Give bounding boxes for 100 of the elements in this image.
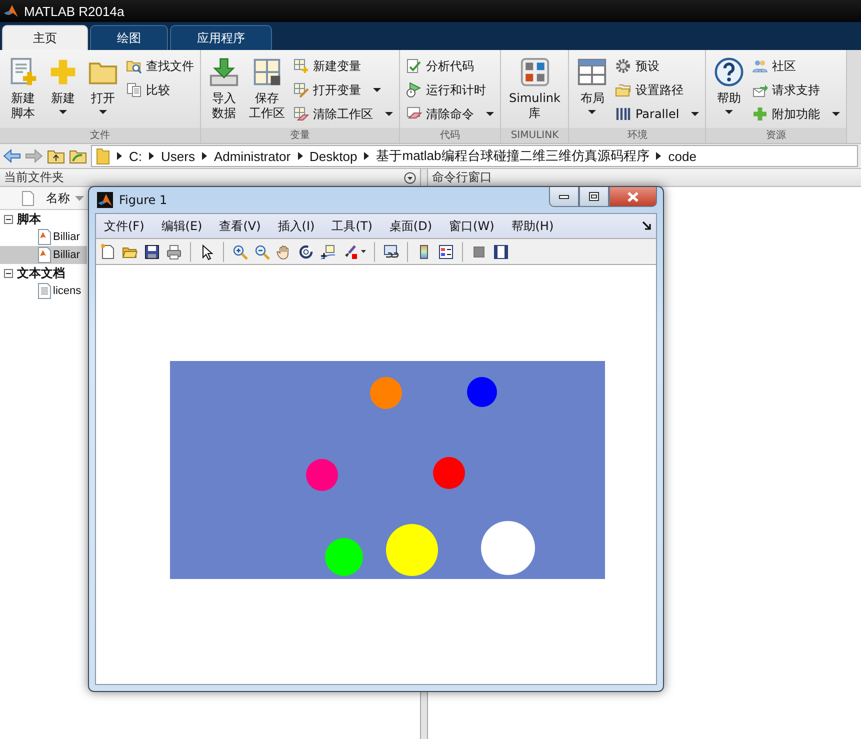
breadcrumb-arrow-icon (117, 152, 122, 160)
menu-item[interactable]: 帮助(H) (511, 218, 554, 234)
zoom-in-icon[interactable] (232, 244, 248, 260)
ribbon-button[interactable]: 预设 (615, 55, 700, 77)
breadcrumb-arrow-icon (298, 152, 303, 160)
file-row[interactable]: Billiar (0, 246, 87, 264)
ribbon-button[interactable]: Parallel (615, 103, 700, 125)
menu-item[interactable]: 桌面(D) (389, 218, 432, 234)
ribbon-button[interactable]: 帮助 (712, 55, 746, 116)
panel-title: 当前文件夹 (4, 169, 64, 186)
legend-icon[interactable] (438, 244, 454, 260)
document-plus-icon (8, 57, 38, 87)
zoom-out-icon[interactable] (254, 244, 270, 260)
menu-item[interactable]: 插入(I) (278, 218, 315, 234)
ribbon-button[interactable]: 布局 (575, 55, 610, 116)
breadcrumb-link[interactable]: Administrator (214, 148, 291, 164)
ribbon-button[interactable]: 打开变量 (293, 79, 393, 101)
maximize-button[interactable] (579, 187, 609, 207)
people-icon (752, 58, 768, 74)
group-title: 资源 (706, 128, 846, 143)
square-icon[interactable] (471, 244, 487, 260)
documents-icon (126, 82, 142, 98)
text-file-icon (38, 283, 51, 299)
caret-icon (59, 110, 67, 114)
caret-icon (385, 112, 393, 116)
ribbon-button[interactable]: 清除工作区 (293, 103, 393, 125)
ribbon-button[interactable]: 比较 (126, 79, 194, 101)
ribbon-button[interactable]: 设置路径 (615, 79, 700, 101)
breadcrumb-link[interactable]: C: (129, 148, 142, 164)
forward-arrow-icon (25, 149, 43, 163)
ribbon-button[interactable]: 打开 (86, 55, 120, 116)
close-button[interactable] (609, 187, 657, 207)
rotate-icon[interactable] (298, 244, 314, 260)
folder-arrow-icon (69, 148, 87, 164)
window-frame-icon[interactable] (493, 244, 509, 260)
tree-group-label[interactable]: 文本文档 (17, 264, 65, 282)
app-title: MATLAB R2014a (24, 4, 124, 18)
group-title: 变量 (201, 128, 399, 143)
ribbon-button[interactable]: 新建 脚本 (6, 55, 40, 123)
caret-icon (832, 112, 840, 116)
plus-icon (752, 106, 768, 122)
minimize-icon (559, 194, 569, 198)
ribbon-button[interactable]: 分析代码 (406, 55, 494, 77)
save-icon[interactable] (144, 244, 160, 260)
grid-plus-icon (293, 58, 309, 74)
link-icon[interactable] (383, 244, 399, 260)
ribbon-button[interactable]: 请求支持 (752, 79, 840, 101)
caret-icon (725, 110, 734, 114)
grid-pencil-icon (293, 82, 309, 98)
block-diagram-icon (520, 57, 550, 87)
caret-icon (99, 110, 107, 114)
folder-icon (96, 147, 110, 165)
ribbon-button[interactable]: 社区 (752, 55, 840, 77)
ribbon-tab[interactable]: 主页 (2, 25, 88, 50)
caret-icon[interactable] (361, 250, 366, 253)
menu-item[interactable]: 编辑(E) (161, 218, 202, 234)
ribbon-button[interactable]: 新建 (46, 55, 80, 116)
sort-caret-icon (75, 196, 84, 200)
column-header[interactable]: 名称 (42, 190, 88, 206)
ribbon-button[interactable]: 清除命令 (406, 103, 494, 125)
menu-item[interactable]: 文件(F) (104, 218, 144, 234)
caret-icon (373, 88, 381, 92)
breadcrumb-link[interactable]: 基于matlab编程台球碰撞二维三维仿真源码程序 (376, 147, 650, 165)
bars-icon (615, 106, 632, 122)
file-row[interactable]: Billiar (0, 228, 87, 246)
minimize-button[interactable] (549, 187, 579, 207)
ribbon-button[interactable]: 查找文件 (126, 55, 194, 77)
ribbon-tab[interactable]: 绘图 (90, 25, 168, 50)
ribbon-button[interactable]: 导入 数据 (207, 55, 241, 123)
peak-logo-icon (97, 192, 113, 208)
grid-eraser-icon (293, 106, 309, 122)
breadcrumb-link[interactable]: code (668, 148, 696, 164)
tree-group-label[interactable]: 脚本 (17, 210, 41, 228)
menu-item[interactable]: 工具(T) (332, 218, 372, 234)
dock-arrow-icon (642, 221, 652, 231)
ribbon-button[interactable]: Simulink 库 (507, 55, 562, 123)
data-cursor-icon[interactable] (320, 244, 336, 260)
grid-icon (252, 57, 282, 87)
ribbon-button[interactable]: 运行和计时 (406, 79, 494, 101)
printer-icon[interactable] (166, 244, 182, 260)
gear-icon (615, 58, 632, 74)
breadcrumb-link[interactable]: Desktop (310, 148, 358, 164)
breadcrumb-link[interactable]: Users (161, 148, 195, 164)
group-title: 代码 (400, 128, 500, 143)
path-field[interactable]: C: Users Administrator Desktop 基于matlab编程台球碰撞二维三维仿真源码程序 code (91, 145, 858, 167)
ribbon-button[interactable]: 附加功能 (752, 103, 840, 125)
folders-icon (615, 82, 632, 98)
window-layout-icon (577, 57, 608, 87)
ribbon-tab[interactable]: 应用程序 (170, 25, 272, 50)
document-icon (22, 190, 34, 206)
ribbon-button[interactable]: 新建变量 (293, 55, 393, 77)
new-document-icon[interactable] (100, 244, 116, 260)
plus-icon (48, 57, 78, 87)
menu-item[interactable]: 窗口(W) (449, 218, 494, 234)
script-file-icon (38, 229, 51, 245)
file-row[interactable]: licens (0, 282, 87, 300)
maximize-icon (589, 192, 599, 201)
menu-item[interactable]: 查看(V) (219, 218, 261, 234)
envelope-arrow-icon (752, 82, 768, 98)
ribbon-button[interactable]: 保存 工作区 (247, 55, 287, 123)
